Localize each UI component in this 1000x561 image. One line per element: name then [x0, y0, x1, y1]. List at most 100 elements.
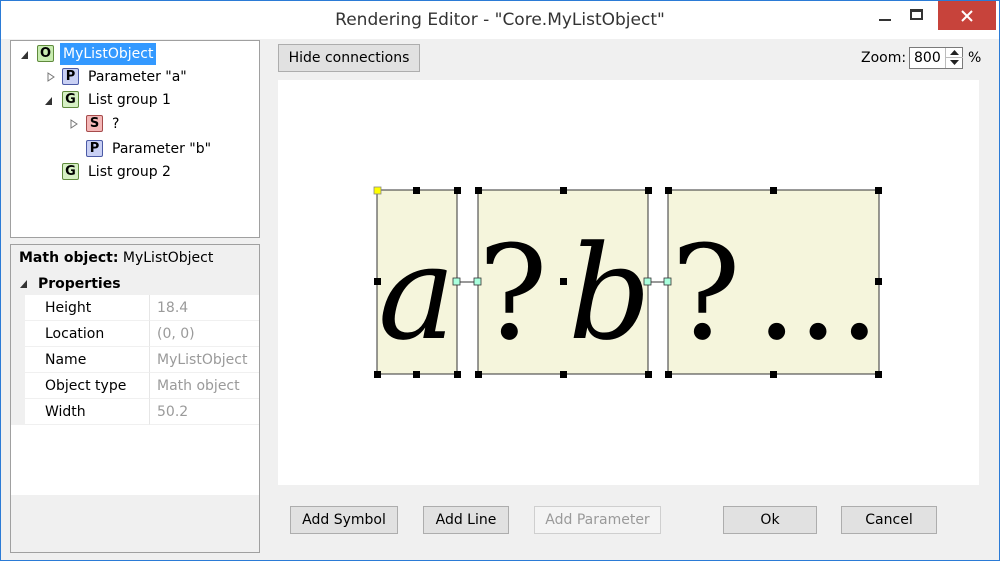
- category-label: Properties: [38, 276, 121, 292]
- parameter-node-icon: P: [86, 140, 103, 157]
- zoom-spinbox[interactable]: 800: [909, 47, 963, 69]
- glyph-question-2: ?: [671, 217, 741, 369]
- expanded-triangle-icon[interactable]: [19, 279, 29, 289]
- add-parameter-button[interactable]: Add Parameter: [534, 506, 661, 534]
- tree-item-label: ?: [112, 116, 120, 132]
- connector-handle[interactable]: [663, 277, 672, 286]
- property-value: Math object: [149, 373, 259, 399]
- props-header: Math object: MyListObject: [19, 250, 213, 266]
- rendering-preview[interactable]: a ? b ? ...: [278, 80, 979, 485]
- property-grid: Math object: MyListObject Properties Hei…: [10, 244, 260, 553]
- property-row-object-type[interactable]: Object type Math object: [11, 373, 259, 399]
- minimize-icon: [879, 19, 891, 21]
- resize-handle[interactable]: [665, 187, 672, 194]
- tree-item-label: MyListObject: [60, 43, 157, 65]
- resize-handle[interactable]: [875, 187, 882, 194]
- glyph-b: b: [568, 217, 651, 369]
- close-icon: [961, 10, 973, 22]
- object-tree[interactable]: O MyListObject P Parameter "a" G List gr…: [10, 40, 260, 238]
- tree-item-label: List group 1: [88, 92, 171, 108]
- add-symbol-button[interactable]: Add Symbol: [290, 506, 398, 534]
- zoom-percent: %: [968, 50, 982, 66]
- tree-item-label: Parameter "b": [112, 141, 212, 157]
- symbol-node-icon: S: [86, 115, 103, 132]
- zoom-label: Zoom:: [861, 50, 907, 66]
- tree-item-mylistobject[interactable]: O MyListObject: [11, 43, 259, 65]
- group-node-icon: G: [62, 91, 79, 108]
- parameter-node-icon: P: [62, 68, 79, 85]
- object-node-icon: O: [37, 45, 54, 62]
- property-value: MyListObject: [149, 347, 259, 373]
- resize-handle[interactable]: [374, 278, 381, 285]
- resize-handle[interactable]: [475, 371, 482, 378]
- property-row-location[interactable]: Location (0, 0): [11, 321, 259, 347]
- expanded-triangle-icon[interactable]: [20, 50, 30, 60]
- tree-item-parameter-b[interactable]: P Parameter "b": [11, 138, 259, 160]
- tree-item-list-group-2[interactable]: G List group 2: [11, 161, 259, 183]
- resize-handle[interactable]: [645, 187, 652, 194]
- ok-button[interactable]: Ok: [723, 506, 817, 534]
- resize-handle[interactable]: [560, 187, 567, 194]
- zoom-spinner: [945, 48, 963, 68]
- property-row-height[interactable]: Height 18.4: [11, 295, 259, 321]
- resize-handle[interactable]: [875, 371, 882, 378]
- tree-item-symbol[interactable]: S ?: [11, 113, 259, 135]
- close-button[interactable]: [938, 1, 996, 30]
- connector-handle[interactable]: [452, 277, 461, 286]
- props-header-key: Math object:: [19, 250, 119, 266]
- collapsed-triangle-icon[interactable]: [46, 72, 56, 82]
- tree-item-label: Parameter "a": [88, 69, 187, 85]
- resize-handle[interactable]: [560, 278, 567, 285]
- expanded-triangle-icon[interactable]: [44, 96, 54, 106]
- property-value: (0, 0): [149, 321, 259, 347]
- property-key: Name: [25, 347, 149, 373]
- resize-handle[interactable]: [413, 187, 420, 194]
- group-node-icon: G: [62, 163, 79, 180]
- tree-item-parameter-a[interactable]: P Parameter "a": [11, 66, 259, 88]
- resize-handle[interactable]: [665, 371, 672, 378]
- properties-category[interactable]: Properties: [11, 273, 259, 295]
- maximize-icon: [910, 9, 923, 20]
- glyph-ellipsis: ...: [756, 217, 880, 369]
- connector-handle[interactable]: [643, 277, 652, 286]
- title-bar: Rendering Editor - "Core.MyListObject": [1, 1, 999, 39]
- property-value: 50.2: [149, 399, 259, 425]
- spin-up-button[interactable]: [946, 48, 963, 58]
- collapsed-triangle-icon[interactable]: [69, 119, 79, 129]
- render-canvas[interactable]: a ? b ? ...: [278, 80, 979, 485]
- resize-handle[interactable]: [770, 371, 777, 378]
- property-row-width[interactable]: Width 50.2: [11, 399, 259, 425]
- resize-handle[interactable]: [560, 371, 567, 378]
- tree-item-list-group-1[interactable]: G List group 1: [11, 89, 259, 111]
- glyph-question-1: ?: [478, 217, 548, 369]
- resize-handle[interactable]: [454, 371, 461, 378]
- resize-handle[interactable]: [875, 278, 882, 285]
- window-title: Rendering Editor - "Core.MyListObject": [335, 10, 665, 30]
- property-key: Width: [25, 399, 149, 425]
- property-key: Height: [25, 295, 149, 321]
- connector-handle[interactable]: [473, 277, 482, 286]
- cancel-button[interactable]: Cancel: [841, 506, 937, 534]
- resize-handle[interactable]: [454, 187, 461, 194]
- caret-down-icon: [950, 60, 959, 65]
- property-grid-empty: [11, 425, 259, 495]
- property-value: 18.4: [149, 295, 259, 321]
- resize-handle[interactable]: [475, 187, 482, 194]
- spin-down-button[interactable]: [946, 58, 963, 68]
- add-line-button[interactable]: Add Line: [423, 506, 509, 534]
- minimize-button[interactable]: [869, 1, 901, 31]
- resize-handle[interactable]: [645, 371, 652, 378]
- glyph-a: a: [378, 217, 456, 369]
- resize-handle[interactable]: [374, 371, 381, 378]
- props-header-value: MyListObject: [122, 250, 214, 266]
- hide-connections-button[interactable]: Hide connections: [278, 44, 420, 72]
- rendering-editor-window: Rendering Editor - "Core.MyListObject" O…: [0, 0, 1000, 561]
- resize-handle[interactable]: [413, 371, 420, 378]
- property-row-name[interactable]: Name MyListObject: [11, 347, 259, 373]
- zoom-input[interactable]: 800: [914, 49, 941, 68]
- resize-handle[interactable]: [770, 187, 777, 194]
- maximize-button[interactable]: [901, 1, 933, 31]
- anchor-handle[interactable]: [373, 186, 382, 195]
- caret-up-icon: [950, 50, 959, 55]
- property-key: Location: [25, 321, 149, 347]
